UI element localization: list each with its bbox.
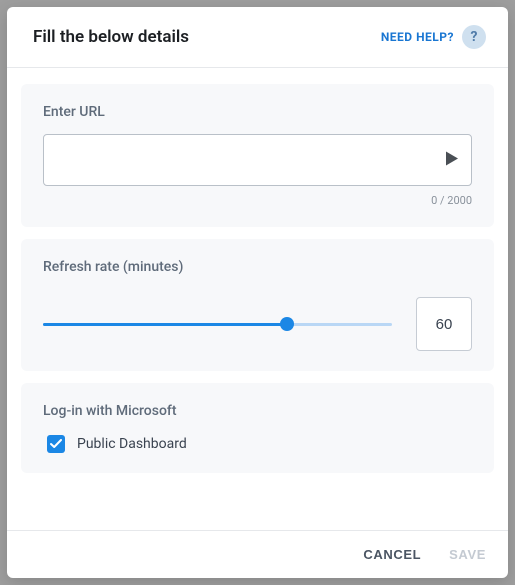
public-dashboard-checkbox[interactable]: Public Dashboard bbox=[43, 435, 472, 453]
refresh-section: Refresh rate (minutes) bbox=[21, 239, 494, 371]
cancel-button[interactable]: CANCEL bbox=[363, 547, 421, 562]
help-link[interactable]: NEED HELP? ? bbox=[381, 25, 486, 49]
char-counter: 0 / 2000 bbox=[43, 194, 472, 207]
refresh-row bbox=[43, 297, 472, 351]
play-icon[interactable] bbox=[446, 151, 458, 170]
refresh-value-input[interactable] bbox=[416, 297, 472, 351]
login-label: Log-in with Microsoft bbox=[43, 403, 472, 419]
checkbox-label: Public Dashboard bbox=[77, 436, 187, 452]
save-button[interactable]: SAVE bbox=[449, 547, 486, 562]
slider-thumb[interactable] bbox=[280, 317, 294, 331]
modal-title: Fill the below details bbox=[33, 27, 189, 47]
slider-fill bbox=[43, 323, 287, 326]
refresh-label: Refresh rate (minutes) bbox=[43, 259, 472, 275]
modal-body: Enter URL 0 / 2000 Refresh rate (minutes… bbox=[7, 68, 508, 530]
url-label: Enter URL bbox=[43, 104, 472, 120]
url-input[interactable] bbox=[43, 134, 472, 186]
url-input-wrap bbox=[43, 134, 472, 186]
url-section: Enter URL 0 / 2000 bbox=[21, 84, 494, 227]
login-section: Log-in with Microsoft Public Dashboard bbox=[21, 383, 494, 473]
help-label: NEED HELP? bbox=[381, 30, 454, 44]
modal-header: Fill the below details NEED HELP? ? bbox=[7, 7, 508, 68]
refresh-slider[interactable] bbox=[43, 314, 392, 334]
modal-dialog: Fill the below details NEED HELP? ? Ente… bbox=[7, 7, 508, 578]
help-icon: ? bbox=[462, 25, 486, 49]
checkbox-icon bbox=[47, 435, 65, 453]
modal-footer: CANCEL SAVE bbox=[7, 530, 508, 578]
